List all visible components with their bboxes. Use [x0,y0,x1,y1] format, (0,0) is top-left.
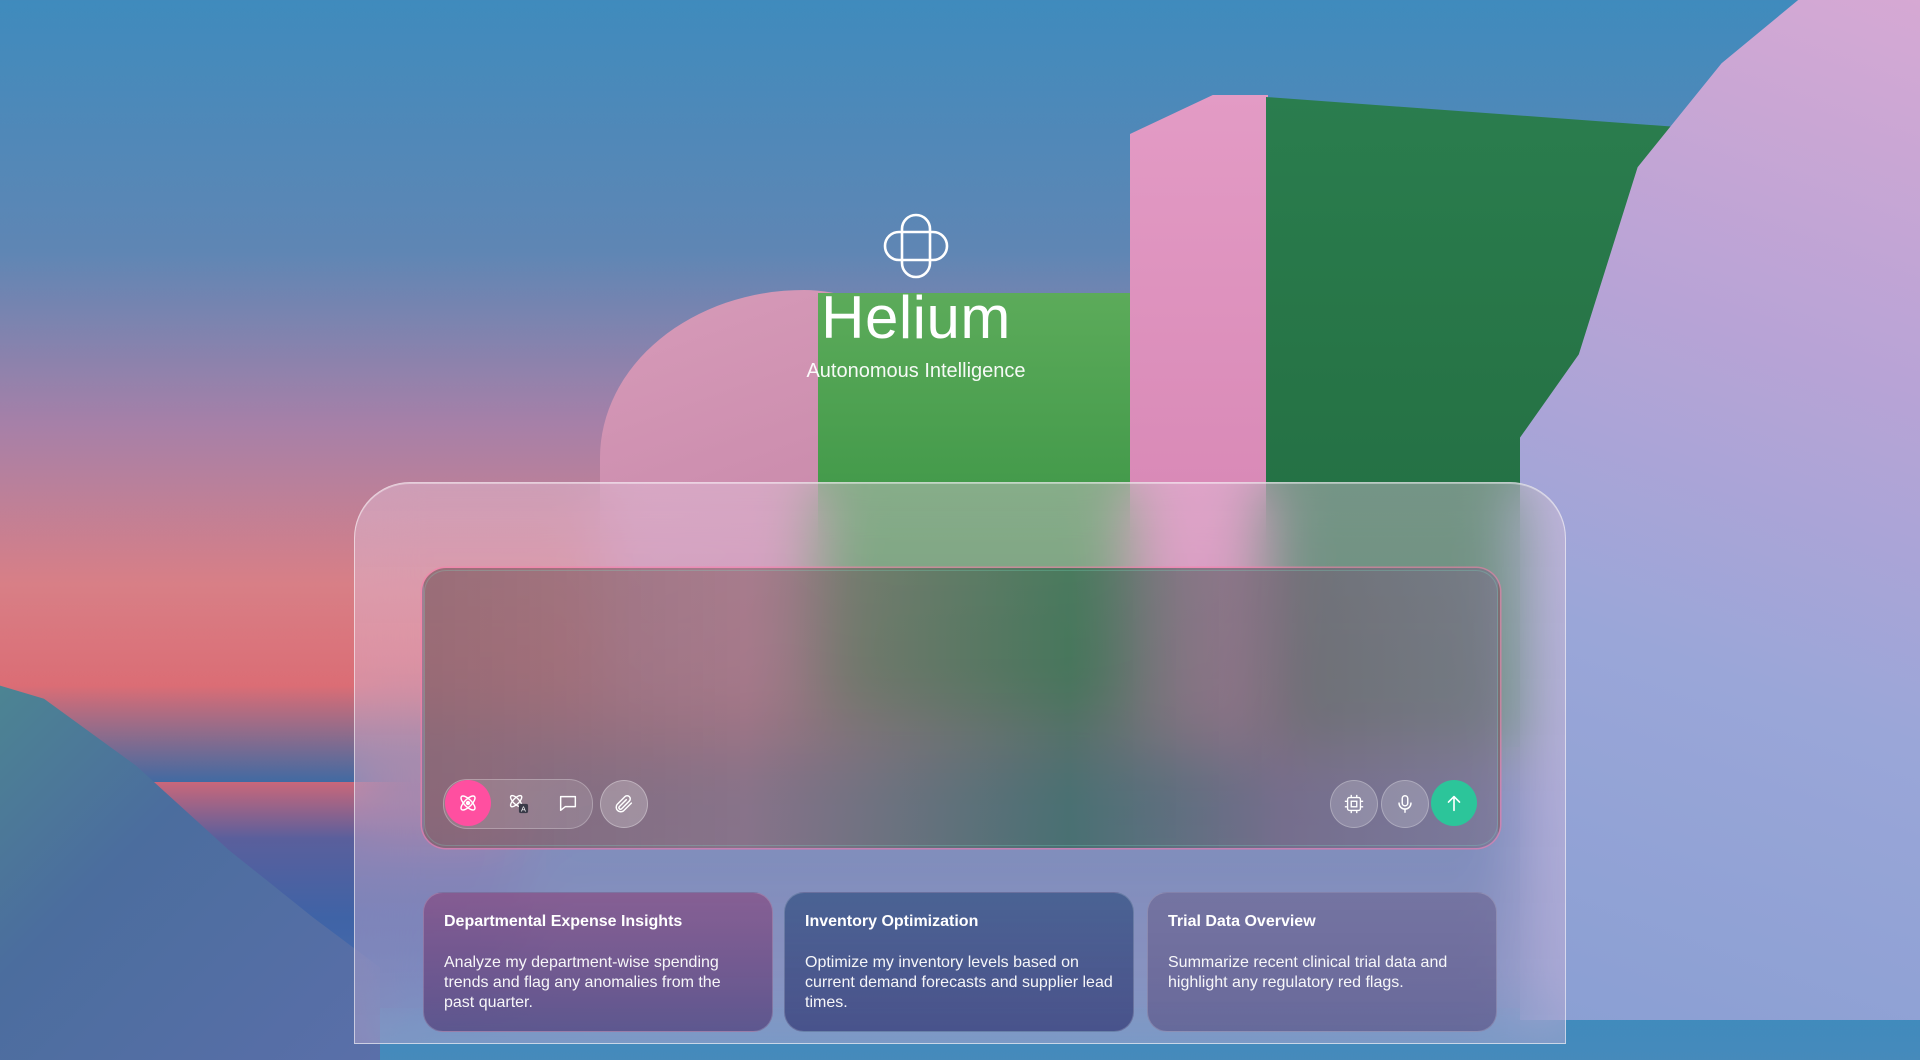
attach-button[interactable] [600,780,648,828]
logo-icon [883,213,949,279]
prompt-input[interactable] [444,592,1478,766]
chat-bubble-icon [559,795,577,812]
model-select-button[interactable] [1330,780,1378,828]
suggestion-description: Analyze my department-wise spending tren… [444,954,721,1011]
agent-mode-button[interactable] [445,780,491,826]
microphone-icon [1398,795,1412,813]
suggestion-title: Departmental Expense Insights [444,913,683,930]
voice-input-button[interactable] [1381,780,1429,828]
left-rock [0,673,380,1060]
right-cliff [1520,0,1920,1020]
paperclip-icon [615,795,633,813]
suggestion-description: Optimize my inventory levels based on cu… [805,954,1113,1011]
app-title: Helium [821,284,1011,351]
suggestion-card-trial[interactable]: Trial Data Overview Summarize recent cli… [1147,892,1497,1032]
svg-text:A: A [521,805,526,814]
chat-mode-button[interactable] [545,780,591,826]
arrow-up-icon [1447,795,1461,812]
send-button[interactable] [1431,780,1477,826]
translate-atom-icon: A [509,794,529,814]
suggestion-card-expense[interactable]: Departmental Expense Insights Analyze my… [423,892,773,1032]
chip-icon [1344,794,1364,814]
suggestion-card-inventory[interactable]: Inventory Optimization Optimize my inven… [784,892,1134,1032]
suggestion-title: Inventory Optimization [805,913,979,930]
suggestion-description: Summarize recent clinical trial data and… [1168,954,1448,991]
suggestion-title: Trial Data Overview [1168,913,1316,930]
atom-icon [460,795,476,811]
app-subtitle: Autonomous Intelligence [806,360,1026,382]
translate-mode-button[interactable]: A [495,780,541,826]
